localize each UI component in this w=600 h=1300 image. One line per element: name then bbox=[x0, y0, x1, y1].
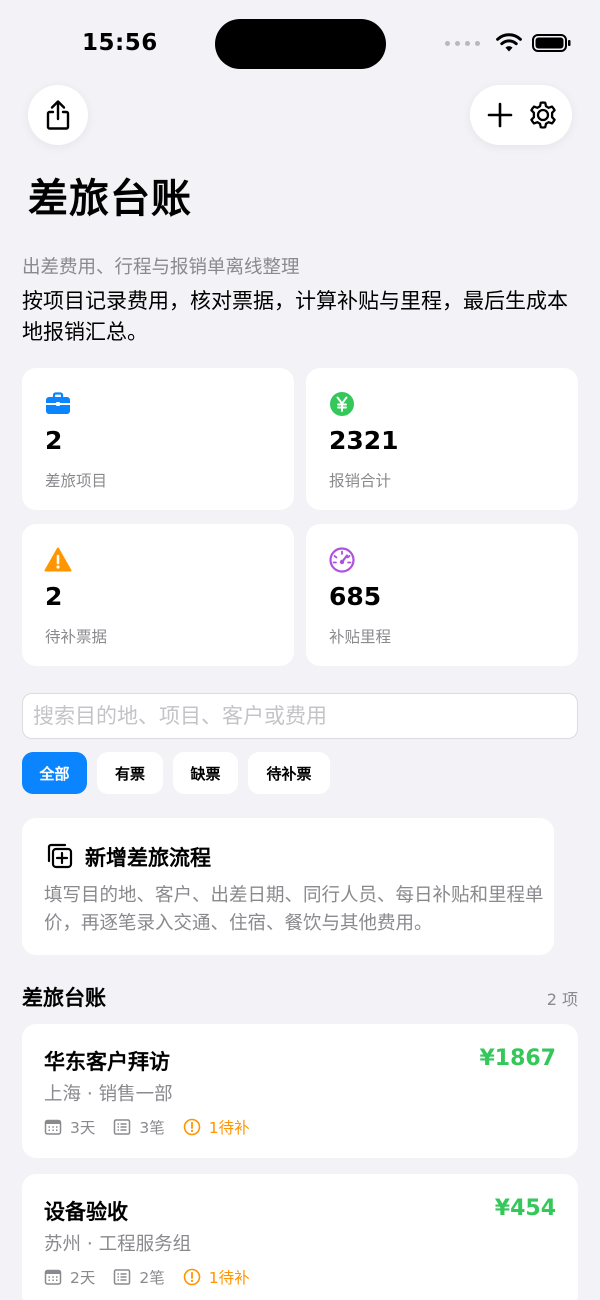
trip-amount: ¥1867 bbox=[479, 1046, 556, 1071]
exclamation-circle-icon bbox=[183, 1268, 201, 1286]
share-icon bbox=[46, 100, 70, 130]
new-trip-title: 新增差旅流程 bbox=[85, 846, 211, 870]
list-doc-icon bbox=[114, 1269, 131, 1285]
briefcase-icon bbox=[46, 392, 70, 414]
trip-entries: 2笔 bbox=[113, 1266, 165, 1288]
status-icons bbox=[445, 33, 572, 53]
stat-label: 差旅项目 bbox=[45, 472, 108, 490]
calendar-icon bbox=[44, 1269, 62, 1285]
stat-label: 待补票据 bbox=[45, 628, 108, 646]
trip-meta: 3天 3笔 1待补 bbox=[44, 1116, 268, 1138]
filter-chips: 全部 有票 缺票 待补票 bbox=[22, 752, 330, 794]
trip-entries: 3笔 bbox=[113, 1116, 165, 1138]
plus-square-stack-icon bbox=[47, 843, 73, 869]
trip-location: 苏州 · 工程服务组 bbox=[44, 1234, 192, 1255]
filter-chip-all[interactable]: 全部 bbox=[22, 752, 87, 794]
trip-days: 3天 bbox=[44, 1116, 95, 1138]
trip-location: 上海 · 销售一部 bbox=[44, 1084, 173, 1105]
trip-card[interactable]: 华东客户拜访 ¥1867 上海 · 销售一部 3天 3笔 1待补 bbox=[22, 1024, 578, 1158]
stat-card-trips[interactable]: 2 差旅项目 bbox=[22, 368, 294, 510]
stat-value: 2321 bbox=[329, 426, 399, 455]
share-button[interactable] bbox=[28, 85, 88, 145]
stat-card-mileage[interactable]: 685 补贴里程 bbox=[306, 524, 578, 666]
dynamic-island bbox=[215, 19, 386, 69]
trip-days-text: 2天 bbox=[70, 1269, 96, 1287]
top-actions bbox=[470, 85, 572, 145]
battery-icon bbox=[532, 34, 571, 52]
stat-card-total[interactable]: 2321 报销合计 bbox=[306, 368, 578, 510]
trip-pending-text: 1待补 bbox=[208, 1269, 250, 1287]
plus-icon bbox=[487, 102, 512, 128]
trip-name: 设备验收 bbox=[44, 1200, 128, 1224]
trip-days-text: 3天 bbox=[70, 1119, 96, 1137]
list-doc-icon bbox=[114, 1119, 131, 1135]
page-description: 按项目记录费用，核对票据，计算补贴与里程，最后生成本地报销汇总。 bbox=[22, 289, 568, 344]
trip-pending-text: 1待补 bbox=[208, 1119, 250, 1137]
trip-amount: ¥454 bbox=[494, 1196, 556, 1221]
stat-card-pending[interactable]: 2 待补票据 bbox=[22, 524, 294, 666]
stat-value: 2 bbox=[45, 582, 63, 611]
yen-circle-icon bbox=[330, 392, 354, 416]
speedometer-icon bbox=[329, 547, 355, 573]
trip-card[interactable]: 设备验收 ¥454 苏州 · 工程服务组 2天 2笔 1待补 bbox=[22, 1174, 578, 1300]
filter-chip-missing-receipt[interactable]: 缺票 bbox=[173, 752, 238, 794]
section-count: 2 项 bbox=[546, 990, 578, 1009]
filter-chip-has-receipt[interactable]: 有票 bbox=[97, 752, 163, 794]
exclamation-circle-icon bbox=[183, 1118, 201, 1136]
gear-icon bbox=[529, 101, 556, 129]
trip-pending: 1待补 bbox=[183, 1266, 250, 1288]
filter-chip-pending-receipt[interactable]: 待补票 bbox=[248, 752, 330, 794]
stat-label: 补贴里程 bbox=[329, 628, 392, 646]
add-button[interactable] bbox=[480, 95, 520, 135]
page-title: 差旅台账 bbox=[28, 176, 192, 222]
stat-value: 685 bbox=[329, 582, 382, 611]
trip-name: 华东客户拜访 bbox=[44, 1050, 170, 1074]
trip-meta: 2天 2笔 1待补 bbox=[44, 1266, 268, 1288]
search-input[interactable] bbox=[22, 693, 578, 739]
status-time: 15:56 bbox=[82, 30, 158, 56]
new-trip-card[interactable]: 新增差旅流程 填写目的地、客户、出差日期、同行人员、每日补贴和里程单价，再逐笔录… bbox=[22, 818, 554, 955]
page-subtitle: 出差费用、行程与报销单离线整理 bbox=[22, 257, 300, 278]
wifi-icon bbox=[496, 33, 522, 52]
trip-days: 2天 bbox=[44, 1266, 95, 1288]
trip-entries-text: 3笔 bbox=[139, 1119, 165, 1137]
trip-pending: 1待补 bbox=[183, 1116, 250, 1138]
calendar-icon bbox=[44, 1119, 62, 1135]
warning-triangle-icon bbox=[44, 547, 72, 572]
new-trip-description: 填写目的地、客户、出差日期、同行人员、每日补贴和里程单价，再逐笔录入交通、住宿、… bbox=[44, 885, 544, 934]
section-title: 差旅台账 bbox=[22, 986, 106, 1010]
settings-button[interactable] bbox=[523, 95, 563, 135]
stat-label: 报销合计 bbox=[329, 472, 392, 490]
signal-dots-icon bbox=[445, 40, 480, 46]
trip-entries-text: 2笔 bbox=[139, 1269, 165, 1287]
stat-value: 2 bbox=[45, 426, 63, 455]
